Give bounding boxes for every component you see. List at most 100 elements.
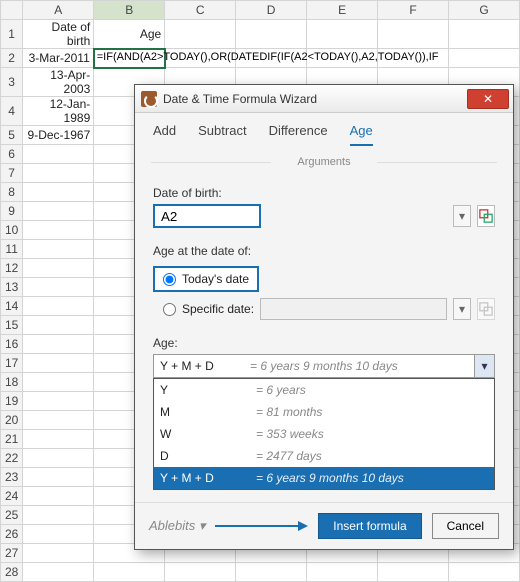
col-header[interactable]: E	[307, 1, 378, 20]
option-y[interactable]: Y= 6 years	[154, 379, 494, 401]
col-header[interactable]: B	[94, 1, 165, 20]
row-header[interactable]: 6	[1, 145, 23, 164]
cell[interactable]	[165, 20, 236, 49]
row-header[interactable]: 27	[1, 544, 23, 563]
col-header[interactable]: A	[23, 1, 94, 20]
selected-cell[interactable]: =IF(AND(A2>TODAY(),OR(DATEDIF(IF(A2<TODA…	[94, 49, 165, 68]
row-header[interactable]: 19	[1, 392, 23, 411]
cell[interactable]	[23, 335, 94, 354]
cell[interactable]: Age	[94, 20, 165, 49]
cell[interactable]: 3-Mar-2011	[23, 49, 94, 68]
brand-label[interactable]: Ablebits ▾	[149, 518, 205, 534]
cell[interactable]	[23, 297, 94, 316]
cell[interactable]	[449, 49, 520, 68]
cell[interactable]	[23, 487, 94, 506]
row-header[interactable]: 26	[1, 525, 23, 544]
option-ymd[interactable]: Y + M + D= 6 years 9 months 10 days	[154, 467, 494, 489]
cell[interactable]	[378, 20, 449, 49]
row-header[interactable]: 12	[1, 259, 23, 278]
row-header[interactable]: 25	[1, 506, 23, 525]
cell[interactable]	[23, 221, 94, 240]
row-header[interactable]: 3	[1, 68, 23, 97]
dob-input[interactable]	[153, 204, 261, 228]
dob-dropdown[interactable]: ▾	[453, 205, 471, 227]
row-header[interactable]: 23	[1, 468, 23, 487]
col-header[interactable]: C	[165, 1, 236, 20]
row-header[interactable]: 28	[1, 563, 23, 582]
radio-today[interactable]	[163, 273, 176, 286]
cell[interactable]	[23, 278, 94, 297]
col-header[interactable]: G	[449, 1, 520, 20]
age-format-combo[interactable]: Y + M + D = 6 years 9 months 10 days ▾	[153, 354, 495, 378]
cell[interactable]	[23, 145, 94, 164]
row-header[interactable]: 13	[1, 278, 23, 297]
col-header[interactable]: F	[378, 1, 449, 20]
row-header[interactable]: 2	[1, 49, 23, 68]
cell[interactable]: 12-Jan-1989	[23, 97, 94, 126]
tab-add[interactable]: Add	[153, 123, 176, 146]
cell[interactable]	[23, 373, 94, 392]
cell[interactable]	[23, 506, 94, 525]
cell[interactable]	[23, 202, 94, 221]
cell[interactable]	[23, 164, 94, 183]
cell[interactable]	[449, 20, 520, 49]
row-header[interactable]: 24	[1, 487, 23, 506]
corner-cell[interactable]	[1, 1, 23, 20]
cancel-button[interactable]: Cancel	[432, 513, 499, 539]
range-picker-icon[interactable]	[477, 205, 495, 227]
cell[interactable]	[23, 411, 94, 430]
cell[interactable]	[23, 240, 94, 259]
row-header[interactable]: 4	[1, 97, 23, 126]
cell[interactable]	[23, 468, 94, 487]
cell[interactable]	[94, 563, 165, 582]
row-header[interactable]: 22	[1, 449, 23, 468]
insert-formula-button[interactable]: Insert formula	[318, 513, 421, 539]
cell[interactable]: Date of birth	[23, 20, 94, 49]
row-header[interactable]: 8	[1, 183, 23, 202]
row-header[interactable]: 9	[1, 202, 23, 221]
cell[interactable]	[23, 183, 94, 202]
cell[interactable]	[23, 449, 94, 468]
row-header[interactable]: 16	[1, 335, 23, 354]
cell[interactable]	[165, 563, 236, 582]
row-header[interactable]: 1	[1, 20, 23, 49]
col-header[interactable]: D	[236, 1, 307, 20]
cell[interactable]	[23, 354, 94, 373]
row-header[interactable]: 15	[1, 316, 23, 335]
row-header[interactable]: 17	[1, 354, 23, 373]
cell[interactable]: 9-Dec-1967	[23, 126, 94, 145]
tab-difference[interactable]: Difference	[269, 123, 328, 146]
option-w[interactable]: W= 353 weeks	[154, 423, 494, 445]
cell[interactable]	[307, 20, 378, 49]
specific-date-dropdown[interactable]: ▾	[453, 298, 471, 320]
titlebar[interactable]: Date & Time Formula Wizard ✕	[135, 85, 513, 113]
row-header[interactable]: 5	[1, 126, 23, 145]
cell[interactable]	[378, 563, 449, 582]
chevron-down-icon[interactable]: ▾	[474, 355, 494, 377]
cell[interactable]	[23, 430, 94, 449]
row-header[interactable]: 11	[1, 240, 23, 259]
tab-subtract[interactable]: Subtract	[198, 123, 246, 146]
close-button[interactable]: ✕	[467, 89, 509, 109]
cell[interactable]	[23, 525, 94, 544]
row-header[interactable]: 7	[1, 164, 23, 183]
cell[interactable]: 13-Apr-2003	[23, 68, 94, 97]
row-header[interactable]: 20	[1, 411, 23, 430]
row-header[interactable]: 18	[1, 373, 23, 392]
cell[interactable]	[23, 259, 94, 278]
row-header[interactable]: 21	[1, 430, 23, 449]
cell[interactable]	[23, 563, 94, 582]
row-header[interactable]: 10	[1, 221, 23, 240]
cell[interactable]	[23, 392, 94, 411]
row-header[interactable]: 14	[1, 297, 23, 316]
cell[interactable]	[236, 20, 307, 49]
cell[interactable]	[23, 544, 94, 563]
tab-age[interactable]: Age	[350, 123, 373, 146]
option-d[interactable]: D= 2477 days	[154, 445, 494, 467]
radio-today-box[interactable]: Today's date	[153, 266, 259, 292]
cell[interactable]	[236, 563, 307, 582]
option-m[interactable]: M= 81 months	[154, 401, 494, 423]
cell[interactable]	[449, 563, 520, 582]
cell[interactable]	[307, 563, 378, 582]
cell[interactable]	[23, 316, 94, 335]
